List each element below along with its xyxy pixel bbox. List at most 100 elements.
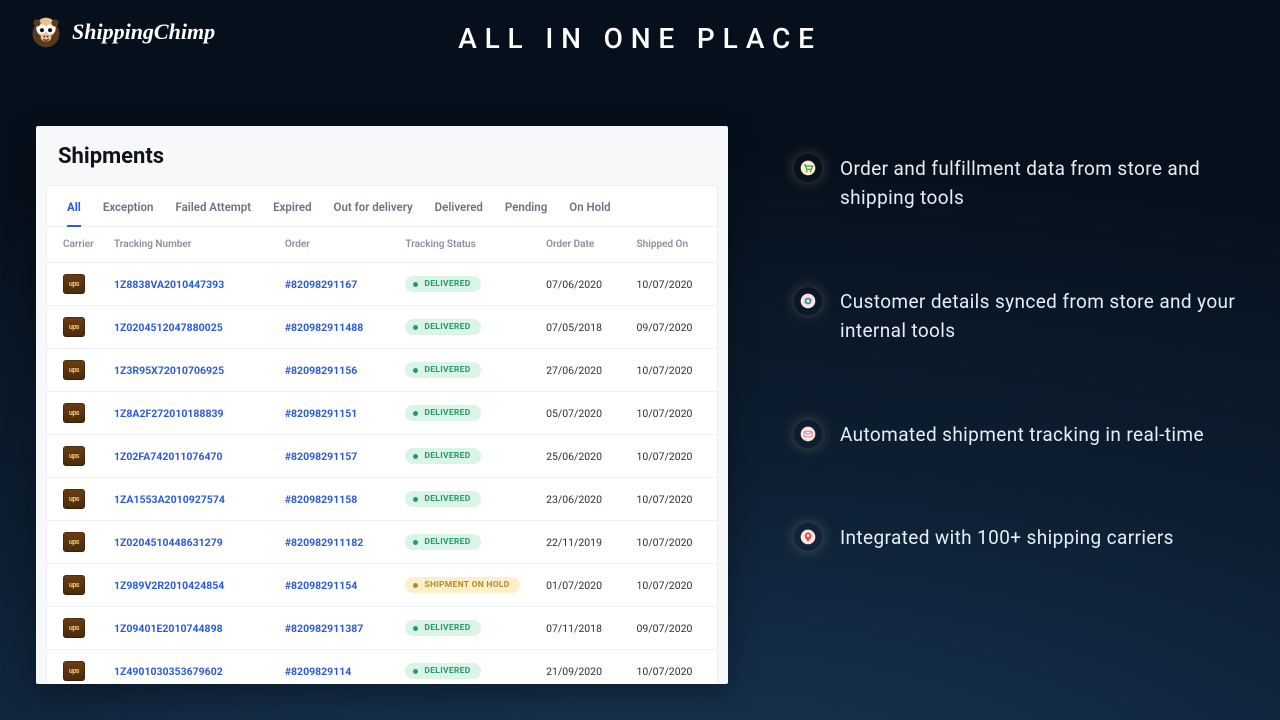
tab-pending[interactable]: Pending (505, 200, 547, 214)
feature-text: Integrated with 100+ shipping carriers (840, 523, 1174, 552)
status-dot-icon (413, 583, 418, 588)
col-order-date: Order Date (536, 227, 626, 263)
tracking-number-link[interactable]: 1Z09401E2010744898 (114, 622, 223, 635)
tracking-number-link[interactable]: 1Z8838VA2010447393 (114, 278, 224, 291)
carrier-cell: ups (47, 650, 104, 685)
ups-badge-icon: ups (63, 446, 85, 466)
tracking-number-link[interactable]: 1Z989V2R2010424854 (114, 579, 224, 592)
page-headline: ALL IN ONE PLACE (0, 22, 1280, 55)
status-badge-delivered: DELIVERED (405, 276, 480, 292)
order-link[interactable]: #82098291154 (285, 579, 358, 592)
status-badge-delivered: DELIVERED (405, 534, 480, 550)
ups-badge-icon: ups (63, 360, 85, 380)
shipments-card: All Exception Failed Attempt Expired Out for… (46, 185, 718, 684)
ups-badge-icon: ups (63, 274, 85, 294)
status-dot-icon (413, 540, 418, 545)
order-link[interactable]: #8209829114 (285, 665, 351, 678)
tracking-number-link[interactable]: 1Z02FA742011076470 (114, 450, 223, 463)
tab-failed-attempt[interactable]: Failed Attempt (175, 200, 251, 214)
shipments-table: Carrier Tracking Number Order Tracking S… (47, 227, 717, 684)
order-date-cell: 07/06/2020 (536, 263, 626, 306)
tab-expired[interactable]: Expired (273, 200, 311, 214)
status-cell: DELIVERED (395, 607, 536, 650)
order-date-cell: 27/06/2020 (536, 349, 626, 392)
tab-exception[interactable]: Exception (103, 200, 154, 214)
tab-on-hold[interactable]: On Hold (569, 200, 610, 214)
status-badge-delivered: DELIVERED (405, 319, 480, 335)
col-carrier: Carrier (47, 227, 104, 263)
tracking-number-link[interactable]: 1ZA1553A2010927574 (114, 493, 225, 506)
shipped-on-cell: 10/07/2020 (627, 478, 717, 521)
col-shipped-on: Shipped On (627, 227, 717, 263)
tab-all[interactable]: All (67, 200, 81, 214)
status-cell: DELIVERED (395, 263, 536, 306)
tab-out-for-delivery[interactable]: Out for delivery (334, 200, 413, 214)
status-cell: DELIVERED (395, 392, 536, 435)
features-list: Order and fulfillment data from store an… (794, 154, 1240, 553)
col-order: Order (275, 227, 396, 263)
status-dot-icon (413, 411, 418, 416)
feature-item: Automated shipment tracking in real-time (794, 420, 1240, 449)
tracking-number-link[interactable]: 1Z0204512047880025 (114, 321, 223, 334)
order-date-cell: 05/07/2020 (536, 392, 626, 435)
status-label: DELIVERED (424, 408, 470, 418)
mail-icon (794, 420, 822, 448)
status-label: DELIVERED (424, 322, 470, 332)
order-link[interactable]: #82098291158 (285, 493, 358, 506)
table-row: ups 1ZA1553A2010927574 #82098291158 DELIVER… (47, 478, 717, 521)
tab-delivered[interactable]: Delivered (435, 200, 483, 214)
ups-badge-icon: ups (63, 403, 85, 423)
panel-title: Shipments (36, 126, 728, 179)
status-cell: DELIVERED (395, 349, 536, 392)
ups-badge-icon: ups (63, 575, 85, 595)
col-tracking: Tracking Number (104, 227, 275, 263)
carrier-cell: ups (47, 607, 104, 650)
order-link[interactable]: #820982911387 (285, 622, 364, 635)
order-link[interactable]: #820982911488 (285, 321, 364, 334)
order-link[interactable]: #82098291167 (285, 278, 358, 291)
tracking-number-link[interactable]: 1Z0204510448631279 (114, 536, 223, 549)
order-date-cell: 22/11/2019 (536, 521, 626, 564)
status-label: DELIVERED (424, 451, 470, 461)
order-link[interactable]: #82098291156 (285, 364, 358, 377)
status-cell: SHIPMENT ON HOLD (395, 564, 536, 607)
status-label: DELIVERED (424, 666, 470, 676)
feature-text: Customer details synced from store and y… (840, 287, 1240, 346)
order-link[interactable]: #82098291157 (285, 450, 358, 463)
carrier-cell: ups (47, 349, 104, 392)
shipped-on-cell: 10/07/2020 (627, 521, 717, 564)
table-header-row: Carrier Tracking Number Order Tracking S… (47, 227, 717, 263)
feature-item: Order and fulfillment data from store an… (794, 154, 1240, 213)
carrier-cell: ups (47, 521, 104, 564)
status-cell: DELIVERED (395, 521, 536, 564)
status-label: DELIVERED (424, 537, 470, 547)
table-row: ups 1Z3R95X72010706925 #82098291156 DELIVER… (47, 349, 717, 392)
carrier-cell: ups (47, 263, 104, 306)
carrier-cell: ups (47, 564, 104, 607)
ups-badge-icon: ups (63, 489, 85, 509)
status-badge-delivered: DELIVERED (405, 620, 480, 636)
feature-item: Customer details synced from store and y… (794, 287, 1240, 346)
status-cell: DELIVERED (395, 435, 536, 478)
table-row: ups 1Z09401E2010744898 #820982911387 DELIVE… (47, 607, 717, 650)
shipments-panel: Shipments All Exception Failed Attempt Expi… (36, 126, 728, 684)
order-date-cell: 25/06/2020 (536, 435, 626, 478)
shipped-on-cell: 10/07/2020 (627, 349, 717, 392)
order-link[interactable]: #82098291151 (285, 407, 358, 420)
status-dot-icon (413, 669, 418, 674)
tracking-number-link[interactable]: 1Z8A2F272010188839 (114, 407, 224, 420)
table-row: ups 1Z0204512047880025 #820982911488 DELIVE… (47, 306, 717, 349)
status-cell: DELIVERED (395, 306, 536, 349)
status-badge-delivered: DELIVERED (405, 491, 480, 507)
status-label: SHIPMENT ON HOLD (424, 580, 509, 590)
tracking-number-link[interactable]: 1Z4901030353679602 (114, 665, 223, 678)
ups-badge-icon: ups (63, 532, 85, 552)
order-link[interactable]: #820982911182 (285, 536, 364, 549)
cart-icon (794, 154, 822, 182)
ups-badge-icon: ups (63, 317, 85, 337)
status-label: DELIVERED (424, 365, 470, 375)
shipped-on-cell: 10/07/2020 (627, 392, 717, 435)
tracking-number-link[interactable]: 1Z3R95X72010706925 (114, 364, 224, 377)
table-row: ups 1Z8838VA2010447393 #82098291167 DELIVER… (47, 263, 717, 306)
table-row: ups 1Z02FA742011076470 #82098291157 DELIVER… (47, 435, 717, 478)
